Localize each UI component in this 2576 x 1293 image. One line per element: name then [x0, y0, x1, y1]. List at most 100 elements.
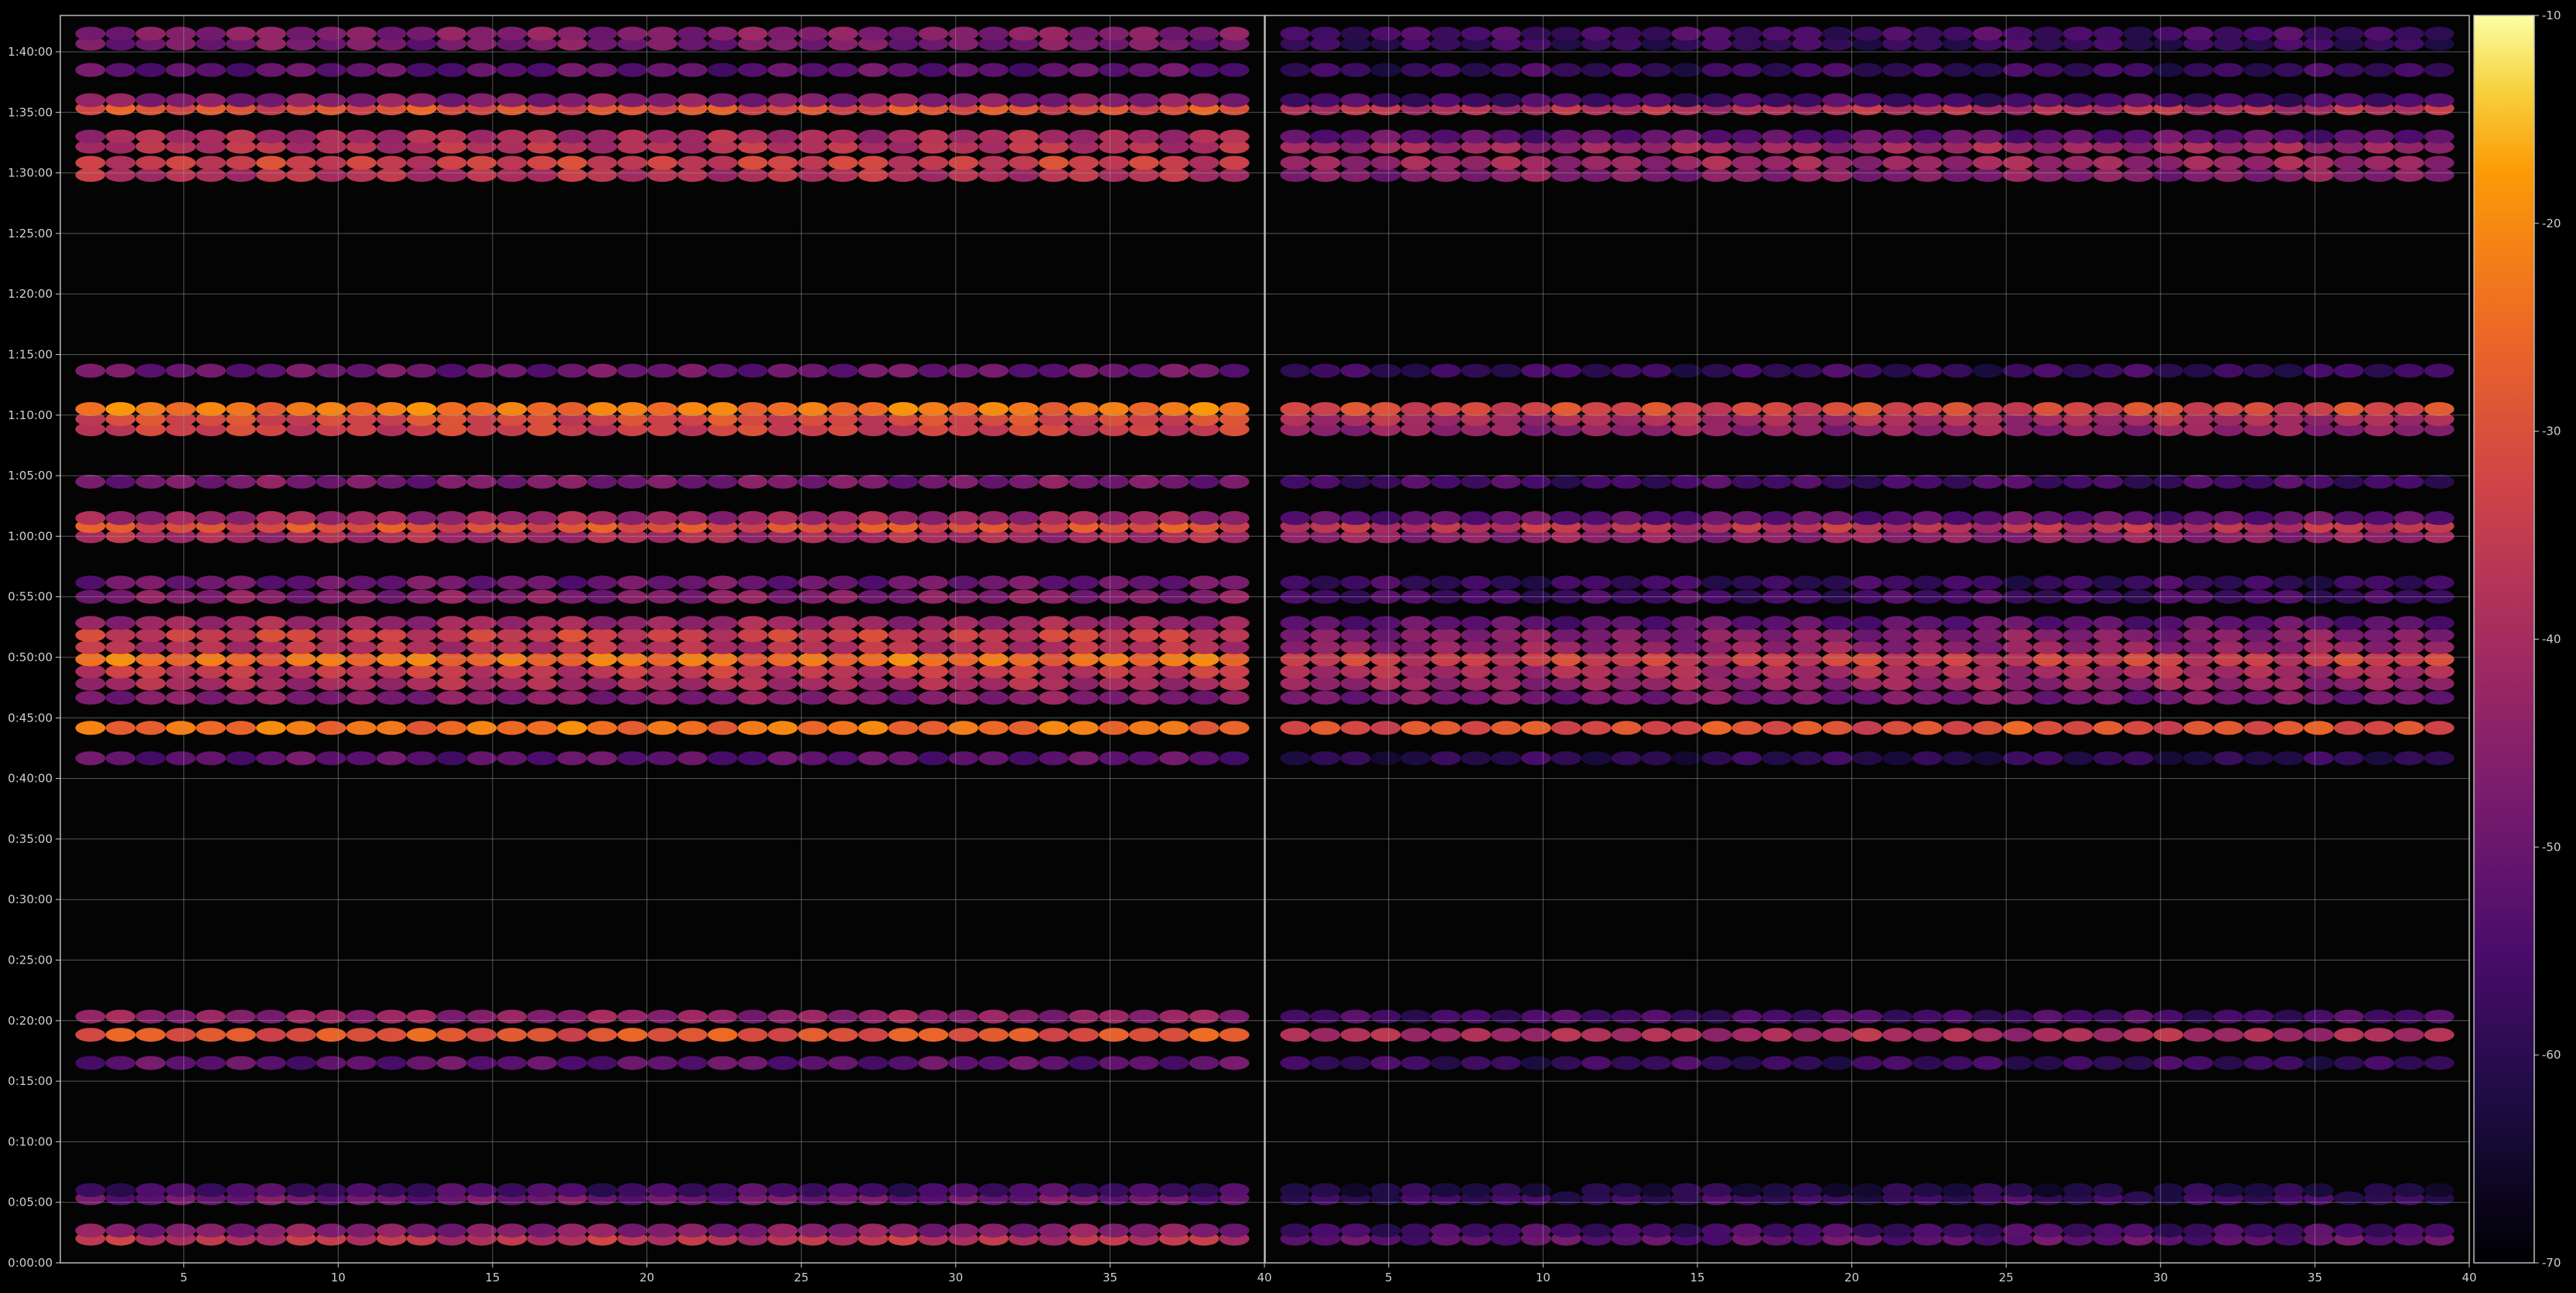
heatmap-cell	[2243, 1183, 2274, 1197]
heatmap-cell	[1189, 676, 1220, 691]
heatmap-cell	[797, 676, 828, 691]
heatmap-cell	[1128, 402, 1159, 416]
heatmap-cell	[557, 1223, 588, 1238]
colorbar-tick-label: -50	[2542, 840, 2561, 854]
heatmap-cell	[2243, 575, 2274, 590]
heatmap-cell	[285, 129, 316, 144]
heatmap-cell	[346, 616, 377, 630]
heatmap-cell	[587, 676, 618, 691]
heatmap-cell	[918, 474, 949, 489]
heatmap-cell	[165, 1056, 196, 1070]
heatmap-cell	[256, 93, 286, 107]
heatmap-cell	[376, 652, 407, 667]
heatmap-cell	[2363, 93, 2394, 107]
heatmap-cell	[165, 691, 196, 705]
heatmap-cell	[1882, 474, 1912, 489]
heatmap-cell	[1280, 63, 1311, 77]
heatmap-cell	[797, 1056, 828, 1070]
heatmap-cell	[2363, 721, 2394, 735]
heatmap-cell	[1310, 363, 1341, 378]
heatmap-cell	[527, 1183, 558, 1197]
heatmap-cell	[1340, 1223, 1371, 1238]
y-axis-ticks: 0:00:000:05:000:10:000:15:000:20:000:25:…	[8, 45, 60, 1270]
heatmap-cell	[1068, 510, 1099, 525]
heatmap-cell	[2153, 1028, 2184, 1042]
heatmap-cell	[1852, 1056, 1882, 1070]
heatmap-cell	[978, 628, 1009, 643]
heatmap-cell	[1461, 575, 1491, 590]
heatmap-cell	[527, 363, 558, 378]
heatmap-cell	[135, 402, 166, 416]
heatmap-cell	[105, 363, 136, 378]
heatmap-cell	[1520, 676, 1551, 691]
heatmap-cell	[1732, 63, 1762, 77]
heatmap-cell	[858, 575, 889, 590]
heatmap-cell	[647, 652, 677, 667]
heatmap-cell	[918, 63, 949, 77]
heatmap-cell	[1792, 155, 1823, 170]
heatmap-cell	[2363, 751, 2394, 766]
heatmap-cell	[1882, 1183, 1912, 1197]
heatmap-cell	[1340, 575, 1371, 590]
heatmap-cell	[1912, 640, 1943, 654]
heatmap-cell	[1852, 363, 1882, 378]
heatmap-cell	[1039, 652, 1069, 667]
heatmap-cell	[2333, 1009, 2364, 1024]
heatmap-cell	[196, 676, 227, 691]
heatmap-cell	[2063, 1028, 2093, 1042]
heatmap-cell	[105, 1028, 136, 1042]
heatmap-cell	[2273, 1056, 2304, 1070]
heatmap-cell	[2153, 155, 2184, 170]
heatmap-cell	[948, 616, 979, 630]
heatmap-cell	[557, 129, 588, 144]
heatmap-cell	[1068, 721, 1099, 735]
heatmap-cell	[2063, 1223, 2093, 1238]
heatmap-cell	[827, 640, 858, 654]
heatmap-cell	[2213, 63, 2244, 77]
heatmap-cell	[436, 751, 467, 766]
heatmap-cell	[1912, 575, 1943, 590]
heatmap-cell	[316, 1028, 346, 1042]
heatmap-cell	[2032, 664, 2063, 679]
heatmap-cell	[2063, 1056, 2093, 1070]
heatmap-cell	[827, 721, 858, 735]
heatmap-cell	[1762, 26, 1793, 41]
heatmap-cell	[587, 721, 618, 735]
heatmap-cell	[2123, 474, 2154, 489]
heatmap-cell	[1128, 1223, 1159, 1238]
heatmap-cell	[1701, 721, 1732, 735]
heatmap-cell	[2213, 1223, 2244, 1238]
heatmap-cell	[1611, 721, 1642, 735]
heatmap-cell	[978, 676, 1009, 691]
heatmap-cell	[1098, 640, 1129, 654]
heatmap-cell	[858, 1028, 889, 1042]
heatmap-cell	[2424, 751, 2455, 766]
heatmap-cell	[1611, 155, 1642, 170]
heatmap-cell	[707, 1009, 738, 1024]
x-tick-label: 15	[485, 1271, 500, 1284]
heatmap-cell	[1310, 640, 1341, 654]
heatmap-cell	[1792, 1183, 1823, 1197]
heatmap-cell	[406, 616, 437, 630]
heatmap-cell	[2002, 676, 2033, 691]
heatmap-cell	[2183, 691, 2214, 705]
heatmap-cell	[1701, 1028, 1732, 1042]
heatmap-cell	[226, 628, 256, 643]
heatmap-cell	[75, 721, 106, 735]
heatmap-cell	[2063, 63, 2093, 77]
heatmap-cell	[436, 1028, 467, 1042]
heatmap-cell	[2243, 1009, 2274, 1024]
heatmap-cell	[2123, 1223, 2154, 1238]
heatmap-cell	[105, 168, 136, 183]
y-tick-label: 0:00:00	[8, 1256, 53, 1270]
heatmap-cell	[226, 616, 256, 630]
heatmap-cell	[316, 26, 346, 41]
heatmap-cell	[1128, 628, 1159, 643]
heatmap-cell	[1852, 751, 1882, 766]
heatmap-cell	[1611, 1056, 1642, 1070]
heatmap-cell	[2273, 1009, 2304, 1024]
heatmap-cell	[1490, 129, 1521, 144]
heatmap-cell	[2303, 1009, 2334, 1024]
heatmap-cell	[1792, 691, 1823, 705]
heatmap-cell	[2213, 751, 2244, 766]
